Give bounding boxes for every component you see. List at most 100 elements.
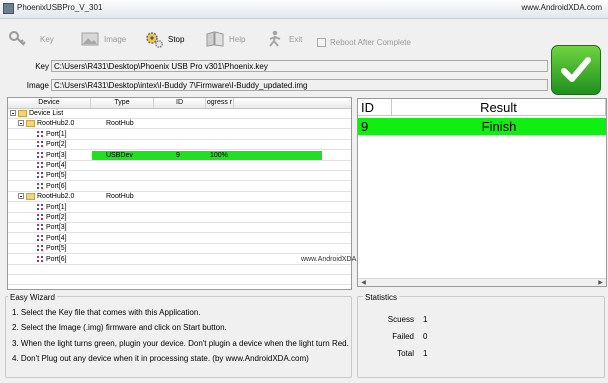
empty-row[interactable] <box>8 286 351 289</box>
book-icon <box>205 29 225 49</box>
reboot-label: Reboot After Complete <box>330 38 411 47</box>
exit-button-label: Exit <box>289 34 303 44</box>
tree-port-row[interactable]: Port[1] <box>8 130 351 140</box>
port-label: Port[1] <box>46 130 67 138</box>
tree-port-row[interactable]: Port[1] <box>8 203 351 213</box>
result-row[interactable]: 9 Finish <box>358 118 606 135</box>
hub-type: RootHub <box>106 120 134 128</box>
stop-button[interactable]: Stop <box>144 26 184 52</box>
col-id[interactable]: ID <box>154 98 206 108</box>
usb-port-icon <box>37 203 44 211</box>
folder-icon <box>26 120 35 128</box>
empty-row[interactable] <box>8 275 351 286</box>
tree-port-row[interactable]: Port[2] <box>8 140 351 151</box>
exit-icon <box>265 29 285 49</box>
collapse-toggle-icon[interactable] <box>10 110 16 116</box>
result-col-id[interactable]: ID <box>358 99 392 116</box>
port-label: Port[3] <box>46 224 67 232</box>
scroll-left-icon[interactable]: ◀ <box>360 280 367 286</box>
tree-root-row[interactable]: Device List <box>8 109 351 119</box>
image-path-label: Image <box>26 81 49 90</box>
tree-port-row[interactable]: Port[4] <box>8 234 351 244</box>
key-button[interactable]: Key <box>8 26 54 52</box>
checkbox-box[interactable] <box>317 38 326 47</box>
port-label: Port[3] <box>46 151 67 159</box>
image-path-field[interactable]: C:\Users\R431\Desktop\intex\I-Buddy 7\Fi… <box>51 79 548 91</box>
help-button[interactable]: Help <box>205 26 245 52</box>
usb-port-icon <box>37 162 44 169</box>
usb-port-icon <box>37 182 44 190</box>
result-id-cell: 9 <box>361 119 369 134</box>
reboot-after-complete-checkbox[interactable]: Reboot After Complete <box>317 38 411 47</box>
usb-port-icon <box>37 255 44 263</box>
hub-label: RootHub2.0 <box>37 193 75 201</box>
tree-port-row[interactable]: Port[2] <box>8 213 351 223</box>
device-id-cell: 9 <box>176 151 180 159</box>
watermark-top: www.AndroidXDA.com <box>521 3 602 12</box>
tree-port-row[interactable]: Port[3] <box>8 223 351 234</box>
easy-wizard-title: Easy Wizard <box>8 293 57 302</box>
tree-hub-row[interactable]: RootHub2.0 RootHub <box>8 119 351 130</box>
total-label: Total <box>397 349 414 358</box>
port-label: Port[5] <box>46 245 67 253</box>
col-type[interactable]: Type <box>91 98 154 108</box>
tree-port-row[interactable]: Port[5] <box>8 171 351 182</box>
port-label: Port[2] <box>46 214 67 221</box>
statistics-title: Statistics <box>363 293 400 302</box>
usb-port-icon <box>37 245 44 252</box>
wizard-step-2: 2. Select the Image (.img) firmware and … <box>12 323 227 332</box>
horizontal-scrollbar[interactable]: ◀ ▶ <box>358 278 606 286</box>
folder-icon <box>18 110 27 117</box>
key-icon <box>8 29 28 49</box>
failed-label: Failed <box>392 332 414 341</box>
stop-button-label: Stop <box>168 34 185 44</box>
device-list-label: Device List <box>29 110 64 117</box>
port-label: Port[4] <box>46 234 67 242</box>
help-button-label: Help <box>229 34 246 44</box>
success-label: Scuess <box>387 315 414 324</box>
usb-port-icon <box>37 130 44 138</box>
usb-port-icon <box>37 224 44 231</box>
failed-value: 0 <box>423 332 428 341</box>
tree-port-row[interactable]: Port[3] USBDev 9 100% <box>8 150 351 161</box>
key-path-field[interactable]: C:\Users\R431\Desktop\Phoenix USB Pro v3… <box>51 60 548 72</box>
port-label: Port[5] <box>46 172 67 180</box>
usb-port-icon <box>37 172 44 179</box>
result-status-cell: Finish <box>481 119 517 134</box>
result-col-result[interactable]: Result <box>392 99 606 116</box>
port-label: Port[4] <box>46 162 67 169</box>
tree-port-row[interactable]: Port[5] <box>8 244 351 255</box>
result-grid[interactable]: ID Result 9 Finish ◀ ▶ <box>357 98 607 287</box>
exit-button[interactable]: Exit <box>265 26 302 52</box>
checkmark-icon <box>561 57 591 82</box>
tree-port-row[interactable]: Port[4] <box>8 161 351 171</box>
app-icon <box>3 3 14 14</box>
usb-port-icon <box>37 234 44 242</box>
scroll-right-icon[interactable]: ▶ <box>597 280 604 286</box>
usb-port-icon <box>37 141 44 148</box>
image-icon <box>80 29 100 49</box>
port-label: Port[2] <box>46 141 67 149</box>
empty-row[interactable] <box>8 265 351 275</box>
port-label: Port[6] <box>46 255 67 263</box>
gears-icon <box>144 29 164 49</box>
hub-label: RootHub2.0 <box>37 120 75 128</box>
tree-port-row[interactable]: Port[6] <box>8 182 351 192</box>
collapse-toggle-icon[interactable] <box>18 193 24 200</box>
col-device[interactable]: Device <box>8 98 91 108</box>
wizard-step-1: 1. Select the Key file that comes with t… <box>12 308 201 317</box>
status-light <box>551 45 601 95</box>
device-type-cell: USBDev <box>106 151 133 159</box>
col-progress[interactable]: ogress r <box>206 98 234 108</box>
window-title: PhoenixUSBPro_V_301 <box>17 3 103 12</box>
port-label: Port[6] <box>46 182 67 190</box>
collapse-toggle-icon[interactable] <box>18 120 24 127</box>
tree-port-row[interactable]: Port[6] <box>8 255 351 265</box>
wizard-step-4: 4. Don't Plug out any device when it in … <box>12 354 309 363</box>
image-button[interactable]: Image <box>80 26 126 52</box>
hub-type: RootHub <box>106 193 134 201</box>
tree-hub-row[interactable]: RootHub2.0 RootHub <box>8 192 351 203</box>
port-label: Port[1] <box>46 203 67 211</box>
device-grid-header: Device Type ID ogress r <box>8 98 351 109</box>
success-value: 1 <box>423 315 428 324</box>
